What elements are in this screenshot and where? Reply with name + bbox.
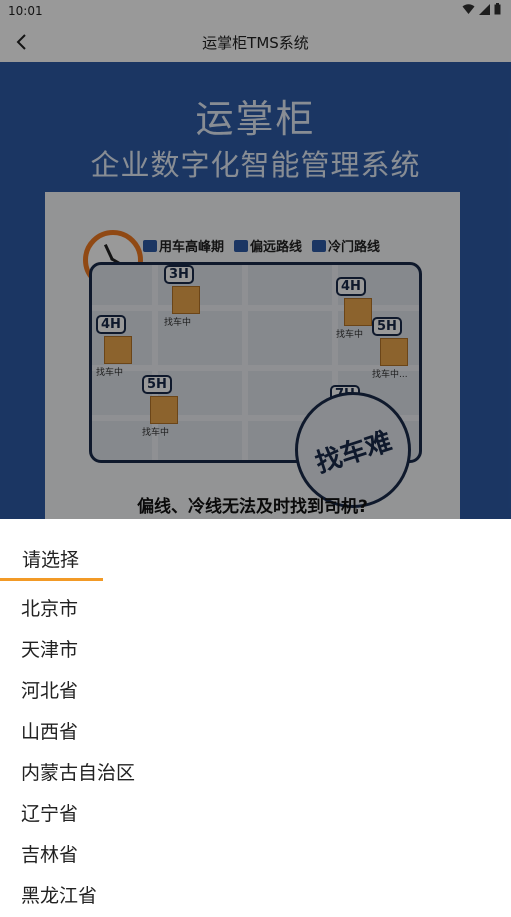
province-item[interactable]: 内蒙古自治区 <box>0 753 511 794</box>
tab-select[interactable]: 请选择 <box>22 545 79 572</box>
modal-backdrop[interactable] <box>0 0 511 519</box>
province-item[interactable]: 北京市 <box>0 589 511 630</box>
province-item[interactable]: 吉林省 <box>0 835 511 876</box>
region-picker-sheet: 请选择 北京市 天津市 河北省 山西省 内蒙古自治区 辽宁省 吉林省 黑龙江省 <box>0 519 511 908</box>
province-item[interactable]: 山西省 <box>0 712 511 753</box>
province-list: 北京市 天津市 河北省 山西省 内蒙古自治区 辽宁省 吉林省 黑龙江省 <box>0 589 511 917</box>
province-item[interactable]: 天津市 <box>0 630 511 671</box>
province-item[interactable]: 辽宁省 <box>0 794 511 835</box>
province-item[interactable]: 黑龙江省 <box>0 876 511 917</box>
tab-underline <box>0 578 103 581</box>
province-item[interactable]: 河北省 <box>0 671 511 712</box>
